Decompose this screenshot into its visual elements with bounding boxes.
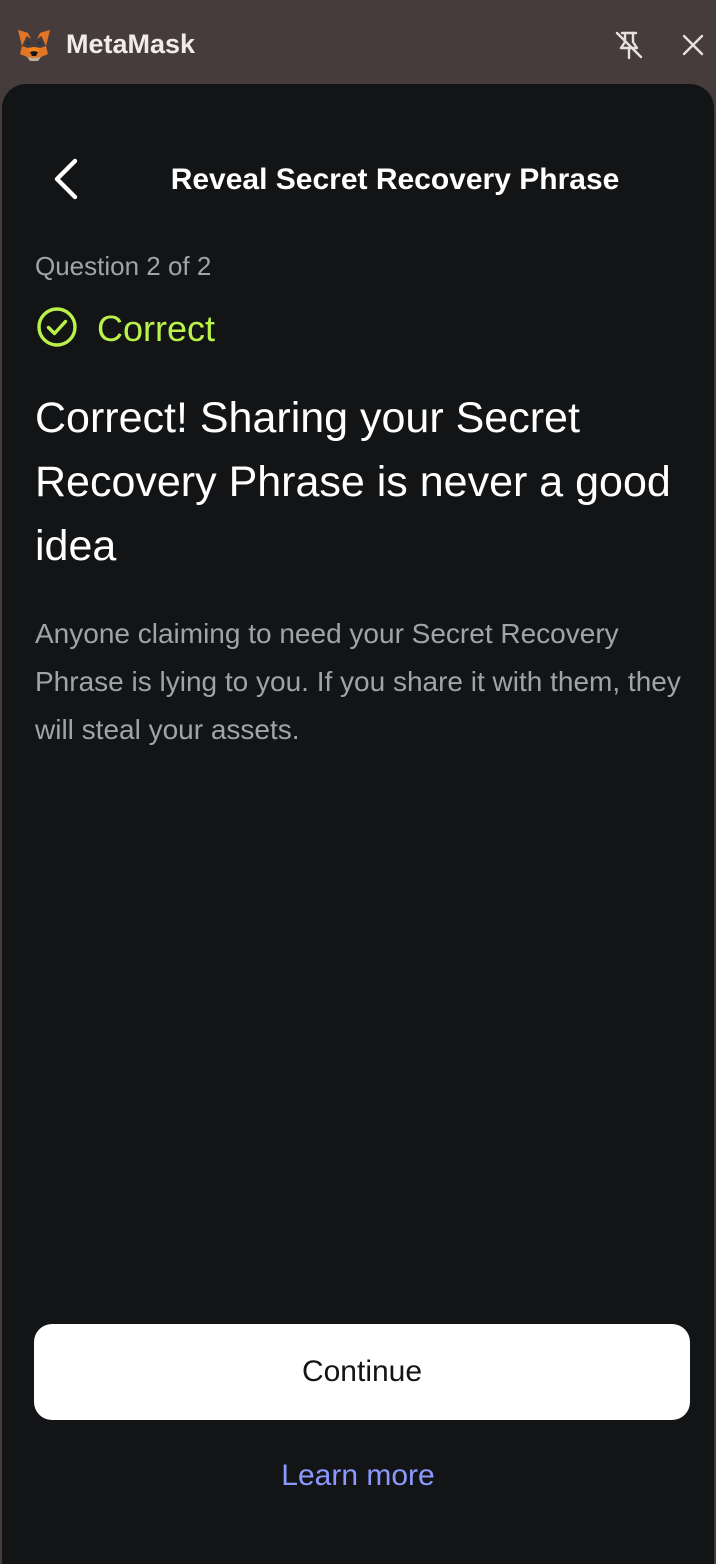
quiz-explanation: Anyone claiming to need your Secret Reco… [35, 618, 681, 745]
status-badge: Correct [35, 306, 215, 352]
metamask-fox-icon [16, 28, 52, 62]
learn-more-link[interactable]: Learn more [0, 1456, 716, 1496]
back-button[interactable] [42, 152, 90, 208]
unpin-icon[interactable] [612, 28, 646, 62]
quiz-headline: Correct! Sharing your Secret Recovery Ph… [35, 394, 671, 570]
question-counter: Question 2 of 2 [35, 251, 212, 281]
continue-button[interactable]: Continue [34, 1324, 690, 1420]
page-title: Reveal Secret Recovery Phrase [170, 163, 620, 196]
window-title-bar: MetaMask [0, 0, 716, 88]
chevron-left-icon [51, 157, 81, 204]
check-circle-icon [35, 305, 79, 354]
status-label: Correct [97, 308, 216, 349]
app-title: MetaMask [66, 29, 196, 59]
close-icon[interactable] [676, 28, 710, 62]
